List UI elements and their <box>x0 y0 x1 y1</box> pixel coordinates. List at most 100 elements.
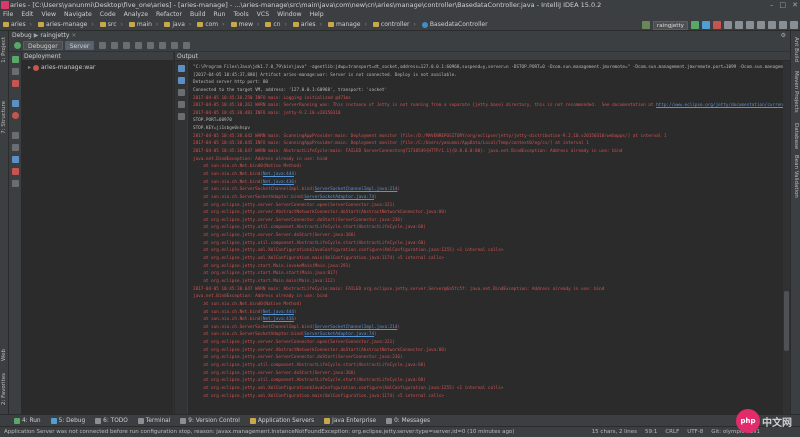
build-icon[interactable] <box>641 21 650 29</box>
tab-application-servers[interactable]: Application Servers <box>249 417 314 424</box>
menu-item-run[interactable]: Run <box>213 10 227 19</box>
vcs-commit-icon[interactable] <box>735 21 743 29</box>
tab-6-todo[interactable]: 6: TODO <box>95 417 128 424</box>
breadcrumb-item[interactable]: controller › <box>370 21 419 28</box>
pause-icon[interactable] <box>12 68 19 75</box>
status-encoding[interactable]: UTF-8 <box>687 427 703 437</box>
menu-item-file[interactable]: File <box>2 10 14 19</box>
resume-icon[interactable] <box>12 56 19 63</box>
status-message[interactable]: Application Server was not connected bef… <box>4 429 514 435</box>
expand-arrow-icon[interactable]: ▸ <box>28 64 31 71</box>
force-step-into-icon[interactable] <box>123 42 131 49</box>
menu-item-window[interactable]: Window <box>276 10 302 19</box>
close-debug-icon[interactable] <box>12 168 19 175</box>
console-link[interactable]: ServerSocketChannelImpl.java:214 <box>315 325 398 330</box>
console-link[interactable]: Net.java:444 <box>263 172 294 177</box>
console-link[interactable]: ServerSocketChannelImpl.java:214 <box>315 187 398 192</box>
menu-item-view[interactable]: View <box>40 10 57 19</box>
run-to-cursor-icon[interactable] <box>159 42 167 49</box>
tab-java-enterprise[interactable]: Java Enterprise <box>324 417 376 424</box>
scroll-down-icon[interactable] <box>178 77 185 84</box>
breadcrumb-item[interactable]: BasedataController <box>419 21 491 28</box>
debug-icon[interactable] <box>702 21 710 29</box>
web-tool-tab[interactable]: Web <box>1 349 7 361</box>
tab-debugger[interactable]: Debugger <box>23 41 63 50</box>
debug-tab[interactable]: Debug ▶ raingjetty × <box>12 32 76 39</box>
console-link[interactable]: Net.java:436 <box>263 180 294 185</box>
step-over-icon[interactable] <box>99 42 107 49</box>
menu-item-navigate[interactable]: Navigate <box>63 10 93 19</box>
settings-icon[interactable] <box>757 21 765 29</box>
restore-layout-icon[interactable] <box>12 144 19 151</box>
view-breakpoints-icon[interactable] <box>12 100 19 107</box>
print-icon[interactable] <box>178 101 185 108</box>
status-line-separator[interactable]: CRLF <box>665 427 679 437</box>
console-link[interactable]: ServerSocketAdaptor.java:74 <box>304 332 374 337</box>
console-link[interactable]: Net.java:436 <box>263 317 294 322</box>
tab-terminal[interactable]: Terminal <box>137 417 170 424</box>
breadcrumb-item[interactable]: src › <box>97 21 126 28</box>
breadcrumb-item[interactable]: aries › <box>290 21 325 28</box>
database-tool-tab[interactable]: Database <box>793 123 799 149</box>
console-scrollbar[interactable] <box>783 61 790 414</box>
breadcrumb-item[interactable]: manage › <box>325 21 370 28</box>
rerun-icon[interactable] <box>14 42 21 49</box>
sdk-icon[interactable] <box>779 21 787 29</box>
breadcrumb-item[interactable]: main › <box>126 21 161 28</box>
breadcrumb-item[interactable]: com › <box>194 21 227 28</box>
tab-5-debug[interactable]: 5: Debug <box>50 417 85 424</box>
menu-item-analyze[interactable]: Analyze <box>123 10 149 19</box>
project-structure-icon[interactable] <box>768 21 776 29</box>
close-tab-icon[interactable]: × <box>71 32 76 39</box>
history-icon[interactable] <box>746 21 754 29</box>
scroll-up-icon[interactable] <box>178 65 185 72</box>
clear-all-icon[interactable] <box>178 113 185 120</box>
menu-item-build[interactable]: Build <box>189 10 207 19</box>
status-position[interactable]: 59:1 <box>645 427 657 437</box>
mute-breakpoints-icon[interactable] <box>12 112 19 119</box>
menu-item-edit[interactable]: Edit <box>20 10 34 19</box>
tab-4-run[interactable]: 4: Run <box>14 417 41 424</box>
tab-9-version-control[interactable]: 9: Version Control <box>180 417 240 424</box>
run-icon[interactable] <box>691 21 699 29</box>
run-config-select[interactable]: raingjetty <box>652 20 688 30</box>
breadcrumb-item[interactable]: mew › <box>228 21 263 28</box>
menu-item-help[interactable]: Help <box>309 10 325 19</box>
pin-icon[interactable] <box>12 156 19 163</box>
dump-threads-icon[interactable] <box>12 132 19 139</box>
console-link[interactable]: ServerSocketAdaptor.java:74 <box>304 195 374 200</box>
breadcrumb-item[interactable]: aries › <box>0 21 35 28</box>
structure-tool-tab[interactable]: 7: Structure <box>1 101 7 134</box>
breadcrumb-item[interactable]: cn › <box>262 21 290 28</box>
help-icon[interactable] <box>790 21 798 29</box>
evaluate-icon[interactable] <box>171 42 179 49</box>
close-icon[interactable]: ✕ <box>792 0 798 10</box>
maven-projects-tool-tab[interactable]: Maven Projects <box>793 71 799 113</box>
breadcrumb-item[interactable]: aries-manage › <box>35 21 97 28</box>
soft-wrap-icon[interactable] <box>178 89 185 96</box>
favorites-tool-tab[interactable]: 2: Favorites <box>1 373 7 405</box>
deployment-item[interactable]: ▸ aries-manage:war <box>22 64 173 71</box>
scrollbar-thumb[interactable] <box>784 291 789 351</box>
bean-validation-tool-tab[interactable]: Bean Validation <box>793 155 799 198</box>
console-link[interactable]: http://www.eclipse.org/jetty/documentati… <box>656 103 783 108</box>
step-into-icon[interactable] <box>111 42 119 49</box>
console-output[interactable]: "C:\Program Files\Java\jdk1.7.0_79\bin\j… <box>189 61 783 414</box>
drop-frame-icon[interactable] <box>147 42 155 49</box>
project-tool-tab[interactable]: 1: Project <box>1 37 7 63</box>
panel-settings-icon[interactable]: ⚙ <box>781 32 786 39</box>
vcs-update-icon[interactable] <box>724 21 732 29</box>
menu-item-tools[interactable]: Tools <box>232 10 249 19</box>
breadcrumb-item[interactable]: java › <box>161 21 194 28</box>
menu-item-vcs[interactable]: VCS <box>256 10 270 19</box>
step-out-icon[interactable] <box>135 42 143 49</box>
console-link[interactable]: Net.java:444 <box>263 310 294 315</box>
menu-item-refactor[interactable]: Refactor <box>155 10 183 19</box>
layout-icon[interactable] <box>183 42 191 49</box>
maximize-icon[interactable]: □ <box>780 0 787 10</box>
tab-server[interactable]: Server <box>64 41 95 50</box>
stop-icon[interactable] <box>713 21 721 29</box>
tab-0-messages[interactable]: 0: Messages <box>386 417 430 424</box>
ant-build-tool-tab[interactable]: Ant Build <box>793 37 799 62</box>
minimize-icon[interactable]: – <box>770 0 774 10</box>
